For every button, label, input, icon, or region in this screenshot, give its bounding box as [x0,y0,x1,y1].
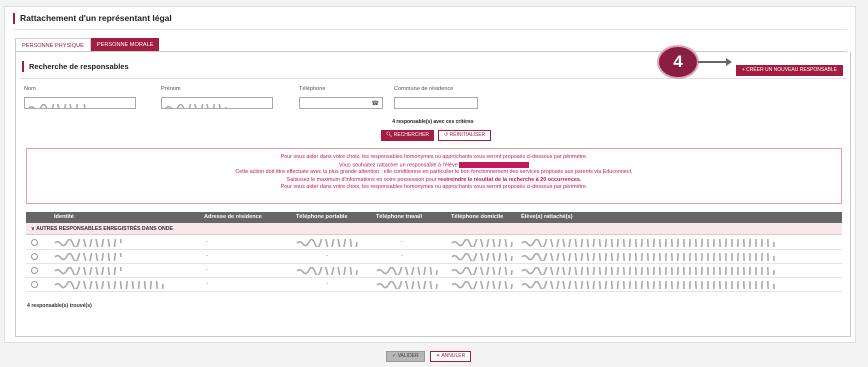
tab-bar: PERSONNE PHYSIQUE PERSONNE MORALE [15,38,160,52]
close-icon: ✕ [436,353,441,359]
table-header: Identité Adresse de résidence Téléphone … [26,212,842,223]
redacted-value [165,103,227,108]
search-panel: Recherche de responsables + CRÉER UN NOU… [15,52,851,339]
reset-button-label: RÉINITIALISER [449,132,486,138]
telephone-label: Téléphone [299,86,326,92]
cancel-button[interactable]: ✕ ANNULER [430,351,472,362]
section-title: Recherche de responsables [22,61,129,72]
section-divider [20,78,846,79]
identity-cell [54,242,122,271]
portable-cell [296,230,358,257]
telephone-input[interactable]: ☎ [299,97,383,109]
redacted-student-name [459,161,530,168]
reset-icon: ↺ [444,132,449,138]
identity-cell [54,262,164,309]
eleves-cell [521,204,776,311]
portable-cell: - [326,281,328,287]
col-adresse[interactable]: Adresse de résidence [204,212,262,223]
col-identite[interactable]: Identité [54,212,74,223]
table-row[interactable]: - [26,218,842,325]
tab-personne-morale[interactable]: PERSONNE MORALE [90,38,160,52]
col-tel-portable[interactable]: Téléphone portable [296,212,348,223]
travail-cell: - [401,239,403,245]
tab-personne-physique[interactable]: PERSONNE PHYSIQUE [15,38,91,52]
col-tel-domicile[interactable]: Téléphone domicile [451,212,503,223]
eleves-cell [521,218,776,325]
prenom-input[interactable] [161,97,273,109]
col-tel-travail[interactable]: Téléphone travail [376,212,422,223]
nom-input[interactable] [24,97,136,109]
page-title: Rattachement d'un représentant légal [13,13,172,24]
identity-cell [54,228,122,257]
warning-line-2: Vous souhaitez rattacher un responsable … [27,161,841,170]
warning-box: Pour vous aider dans votre choix, les re… [26,148,842,204]
col-eleves[interactable]: Élève(s) rattaché(s) [521,212,573,223]
warning-line-4: Saisissez le maximum d'informations en v… [27,177,841,185]
search-button[interactable]: 🔍︎ RECHERCHER [381,130,435,141]
domicile-cell [451,230,513,257]
travail-cell [376,258,438,285]
redacted-value [28,103,86,108]
eleves-cell [521,232,776,339]
domicile-cell [451,258,513,285]
group-header[interactable]: ∨ AUTRES RESPONSABLES ENREGISTRÉS DANS O… [26,223,842,235]
title-divider [13,29,847,30]
warning-line-5: Pour vous aider dans votre choix, les re… [280,184,588,191]
domicile-cell [451,272,513,299]
row-radio[interactable] [31,267,38,274]
warning-line-4-prefix: Saisissez le maximum d'informations en v… [286,176,437,183]
validate-button[interactable]: ✓ VALIDER [386,351,425,362]
adresse-cell: - [206,239,208,245]
portable-cell: - [326,253,328,259]
row-radio[interactable] [31,281,38,288]
warning-line-2-text: Vous souhaitez rattacher un responsable … [338,161,458,168]
portable-cell [296,258,358,285]
row-radio[interactable] [31,239,38,246]
travail-cell [376,272,438,299]
table-row[interactable]: - - [26,232,842,339]
chevron-down-icon: ∨ [31,226,35,232]
criteria-count: 4 responsable(s) avec ces critères [392,119,474,125]
search-button-label: RECHERCHER [393,132,430,138]
table-row[interactable]: - - - [26,204,842,311]
row-radio[interactable] [31,253,38,260]
domicile-cell [451,244,513,271]
commune-label: Commune de résidence [394,86,454,92]
warning-line-1: Pour vous aider dans votre choix, les re… [280,154,588,160]
warning-line-4-bold: restreindre le résultat de la recherche … [438,176,582,183]
adresse-cell: - [206,281,208,287]
cancel-button-label: ANNULER [441,353,466,359]
validate-button-label: VALIDER [397,353,419,359]
prenom-label: Prénom [161,86,181,92]
reset-button[interactable]: ↺ RÉINITIALISER [438,130,492,141]
phone-icon: ☎ [371,101,379,107]
callout-arrow-line [698,61,728,63]
main-panel: Rattachement d'un représentant légal PER… [4,6,856,343]
commune-input[interactable] [394,97,478,109]
adresse-cell: - [206,267,208,273]
warning-line-3: Cette action doit être effectuée avec la… [235,169,633,176]
step-number-badge: 4 [659,47,697,77]
nom-label: Nom [24,86,36,92]
eleves-cell [521,190,776,297]
adresse-cell: - [206,253,208,259]
identity-cell [54,256,122,285]
travail-cell: - [401,253,403,259]
results-count: 4 responsable(s) trouvé(s) [27,303,92,309]
table-row[interactable]: - - [26,190,842,297]
check-icon: ✓ [392,353,397,359]
group-label: AUTRES RESPONSABLES ENREGISTRÉS DANS OND… [36,226,173,232]
arrow-right-icon [726,58,732,66]
create-responsible-button[interactable]: + CRÉER UN NOUVEAU RESPONSABLE [735,65,843,76]
search-icon: 🔍︎ [386,132,393,138]
